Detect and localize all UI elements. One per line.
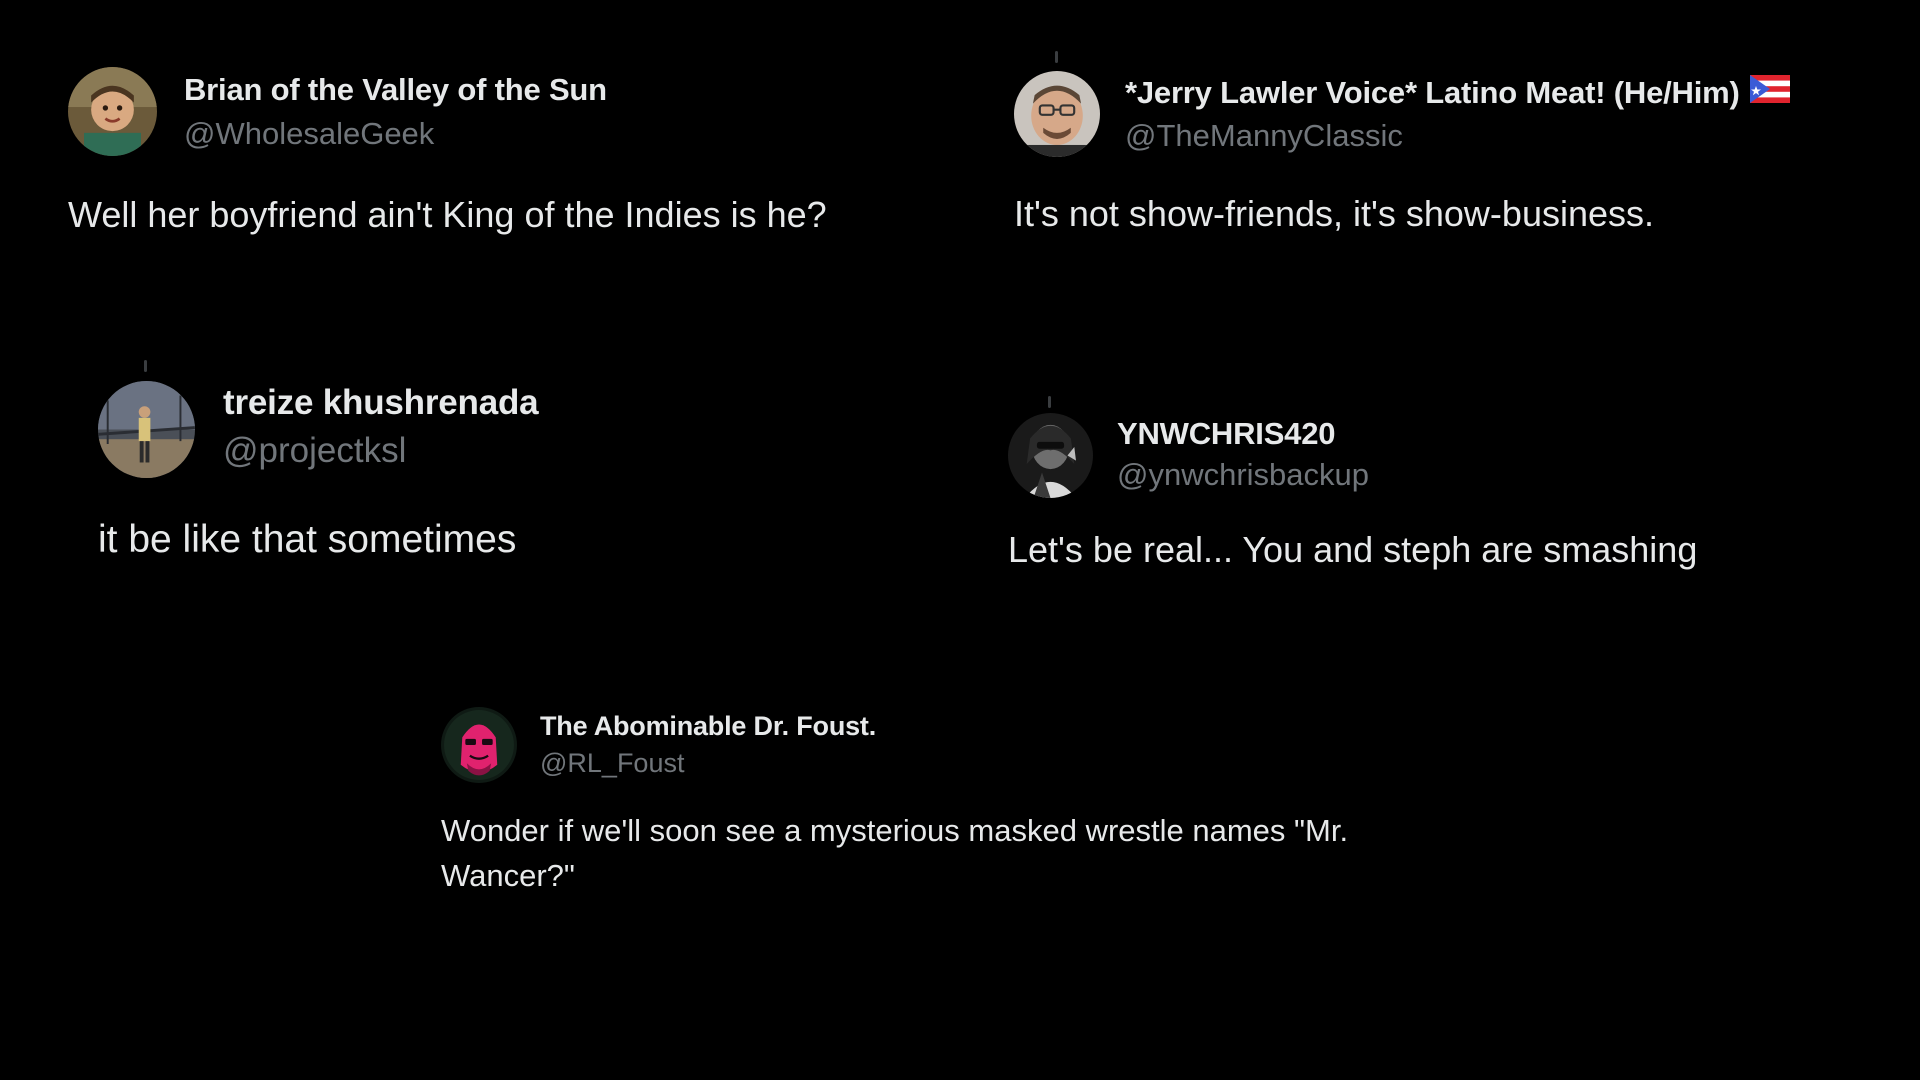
tweet-text: Well her boyfriend ain't King of the Ind… xyxy=(68,194,827,235)
avatar[interactable] xyxy=(98,381,195,478)
child-photo-avatar xyxy=(68,67,157,156)
person-on-bridge-avatar xyxy=(98,381,195,478)
author-name[interactable]: YNWCHRIS420 xyxy=(1117,416,1335,452)
author-name[interactable]: treize khushrenada xyxy=(223,383,539,423)
tweet-card-manny[interactable]: *Jerry Lawler Voice* Latino Meat! (He/Hi… xyxy=(960,0,1920,300)
tweet-card-brian[interactable]: Brian of the Valley of the Sun @Wholesal… xyxy=(0,0,960,300)
avatar[interactable] xyxy=(441,707,517,783)
man-with-glasses-avatar xyxy=(1014,71,1100,157)
tweet-text-line-2: Wancer?" xyxy=(441,858,575,893)
author-name-text: *Jerry Lawler Voice* Latino Meat! (He/Hi… xyxy=(1125,75,1740,110)
tweet-text-line-1: Wonder if we'll soon see a mysterious ma… xyxy=(441,813,1349,848)
thread-connector xyxy=(1055,51,1058,63)
thread-connector xyxy=(1048,396,1051,408)
thread-connector xyxy=(144,360,147,372)
avatar[interactable] xyxy=(68,67,157,156)
tweet-card-ynwchris[interactable]: YNWCHRIS420 @ynwchrisbackup Let's be rea… xyxy=(960,300,1920,600)
avatar[interactable] xyxy=(1014,71,1100,157)
tweet-card-foust[interactable]: The Abominable Dr. Foust. @RL_Foust Wond… xyxy=(0,680,1920,940)
author-handle[interactable]: @RL_Foust xyxy=(540,748,684,779)
tweet-text: It's not show-friends, it's show-busines… xyxy=(1014,193,1655,234)
puerto-rico-flag-icon xyxy=(1749,74,1790,111)
author-handle[interactable]: @projectksl xyxy=(223,431,406,471)
tweet-card-treize[interactable]: treize khushrenada @projectksl it be lik… xyxy=(0,300,960,600)
avatar[interactable] xyxy=(1008,413,1093,498)
tweet-text: Let's be real... You and steph are smash… xyxy=(1008,529,1698,570)
bw-portrait-avatar xyxy=(1008,413,1093,498)
author-handle[interactable]: @TheMannyClassic xyxy=(1125,118,1403,154)
author-handle[interactable]: @WholesaleGeek xyxy=(184,116,434,152)
author-name[interactable]: *Jerry Lawler Voice* Latino Meat! (He/Hi… xyxy=(1125,74,1790,113)
author-handle[interactable]: @ynwchrisbackup xyxy=(1117,457,1369,493)
tweet-text: it be like that sometimes xyxy=(98,518,517,561)
author-name[interactable]: The Abominable Dr. Foust. xyxy=(540,711,876,742)
author-name[interactable]: Brian of the Valley of the Sun xyxy=(184,72,607,108)
pink-masked-face-avatar xyxy=(441,707,517,783)
